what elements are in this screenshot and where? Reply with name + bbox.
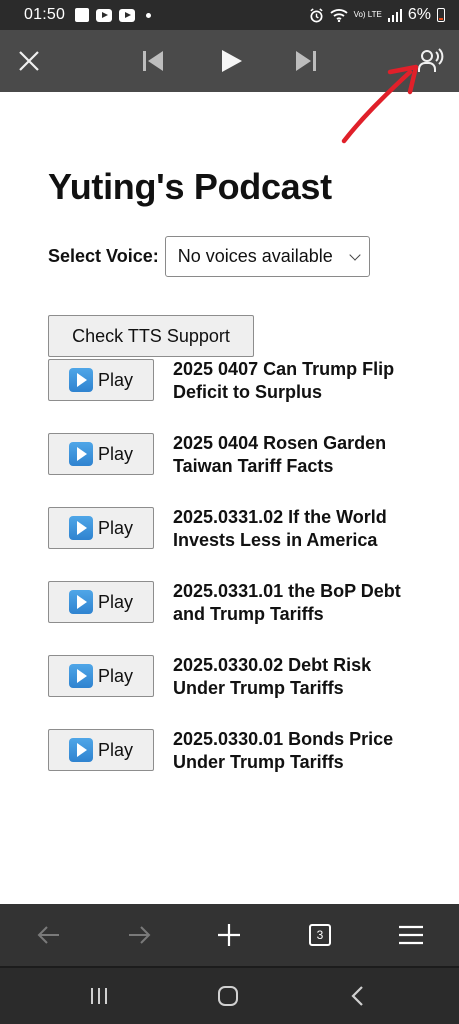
skip-next-icon[interactable] [291,30,321,92]
voice-selector-row: Select Voice: No voices available [48,236,370,277]
play-icon [68,738,93,762]
check-tts-support-button[interactable]: Check TTS Support [48,315,254,357]
tabs-icon[interactable]: 3 [308,904,332,966]
volte-indicator: Vo) LTE [353,10,382,19]
play-label: Play [97,665,133,686]
play-button[interactable]: Play [48,729,154,771]
play-label: Play [97,443,133,464]
play-button[interactable]: Play [48,581,154,623]
system-nav-bar [0,968,459,1024]
alarm-icon [309,7,323,22]
play-icon [68,516,93,540]
back-icon[interactable] [344,968,370,1024]
play-label: Play [97,591,133,612]
dot-icon [146,12,152,18]
page-title: Yuting's Podcast [48,166,332,207]
signal-icon [387,8,402,22]
wifi-icon [329,9,348,22]
play-label: Play [97,739,133,760]
home-icon[interactable] [214,968,242,1024]
status-time: 01:50 [24,6,66,23]
voice-select-value: No voices available [177,246,333,266]
episode-item: Play 2025.0330.02 Debt Risk Under Trump … [48,654,428,714]
play-icon [68,590,93,614]
episode-item: Play 2025.0330.01 Bonds Price Under Trum… [48,728,428,788]
episode-title: 2025.0330.02 Debt Risk Under Trump Tarif… [173,655,372,698]
play-icon [68,442,93,466]
youtube-icon [96,8,113,22]
episode-title: 2025.0331.01 the BoP Debt and Trump Tari… [173,581,401,624]
play-button[interactable]: Play [48,433,154,475]
tab-count: 3 [309,924,331,946]
play-button[interactable]: Play [48,655,154,697]
back-arrow-icon[interactable] [32,904,66,966]
notification-card-icon [75,8,90,22]
play-icon[interactable] [215,30,247,92]
forward-arrow-icon[interactable] [122,904,156,966]
voice-label: Select Voice: [48,246,159,266]
chevron-down-icon [349,248,361,261]
annotation-arrow [341,64,419,144]
menu-icon[interactable] [396,904,426,966]
episode-item: Play 2025.0331.01 the BoP Debt and Trump… [48,580,428,640]
play-label: Play [97,517,133,538]
play-button[interactable]: Play [48,359,154,401]
play-icon [68,368,93,392]
episode-item: Play 2025 0407 Can Trump Flip Deficit to… [48,358,428,418]
battery-icon [437,8,445,22]
plus-icon[interactable] [212,904,246,966]
voice-select[interactable]: No voices available [164,236,370,277]
battery-percent: 6% [407,6,431,23]
browser-bottom-toolbar: 3 [0,904,459,966]
recents-icon[interactable] [84,968,114,1024]
episode-title: 2025 0404 Rosen Garden Taiwan Tariff Fac… [173,433,387,476]
episode-title: 2025.0330.01 Bonds Price Under Trump Tar… [173,729,394,772]
youtube-icon [119,8,136,22]
episode-item: Play 2025 0404 Rosen Garden Taiwan Tarif… [48,432,428,492]
status-bar: 01:50 Vo) LTE 6% [0,0,459,30]
episode-title: 2025 0407 Can Trump Flip Deficit to Surp… [173,359,395,402]
skip-previous-icon[interactable] [138,30,168,92]
play-icon [68,664,93,688]
play-label: Play [97,369,133,390]
close-icon[interactable] [14,30,44,92]
episode-title: 2025.0331.02 If the World Invests Less i… [173,507,387,550]
play-button[interactable]: Play [48,507,154,549]
episode-item: Play 2025.0331.02 If the World Invests L… [48,506,428,566]
